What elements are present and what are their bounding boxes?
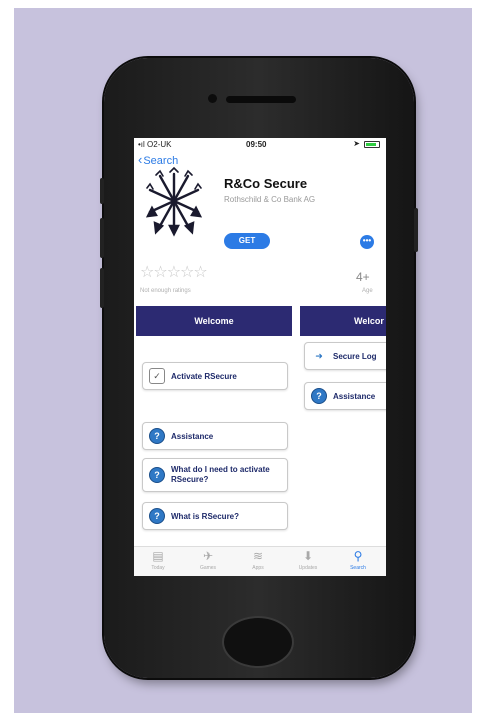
assistance-label-2: Assistance — [333, 391, 376, 401]
front-camera — [208, 94, 217, 103]
volume-down-button — [100, 268, 104, 308]
activate-rsecure-label: Activate RSecure — [171, 371, 237, 381]
welcome-header: Welcome — [136, 306, 292, 336]
what-need-label: What do I need to activate RSecure? — [171, 465, 270, 484]
today-icon: ▤ — [152, 549, 164, 563]
rating-stars: ☆☆☆☆☆ — [140, 264, 208, 281]
mute-switch — [100, 178, 104, 204]
assistance-label: Assistance — [171, 431, 214, 441]
secure-login-label: Secure Log — [333, 351, 377, 361]
secure-login-card: ➜ Secure Log — [304, 342, 386, 370]
status-bar: •ıl O2-UK 09:50 ➤ — [134, 138, 386, 150]
login-icon: ➜ — [311, 348, 327, 364]
app-screenshot-1[interactable]: Welcome ✓ Activate RSecure ? Assistance … — [136, 306, 292, 530]
app-screenshot-2[interactable]: Welcor ➜ Secure Log ? Assistance — [300, 306, 386, 516]
what-is-card: ? What is RSecure? — [142, 502, 288, 530]
home-button[interactable] — [222, 616, 294, 668]
power-button — [414, 208, 418, 252]
tab-apps[interactable]: ≋ Apps — [238, 549, 278, 571]
rocket-icon: ✈ — [202, 549, 214, 563]
tab-bar: ▤ Today ✈ Games ≋ Apps ⬇ Updates ⚲ Searc… — [134, 546, 386, 576]
chevron-left-icon: ‹ — [138, 152, 143, 167]
rating-note: Not enough ratings — [140, 288, 191, 294]
earpiece-speaker — [226, 96, 296, 103]
app-logo-icon — [145, 166, 203, 238]
welcome-header-2: Welcor — [300, 306, 386, 336]
help-icon: ? — [149, 428, 165, 444]
app-developer[interactable]: Rothschild & Co Bank AG — [224, 195, 315, 204]
more-options-button[interactable]: ••• — [360, 235, 374, 249]
help-icon: ? — [149, 467, 165, 483]
layers-icon: ≋ — [252, 549, 264, 563]
tab-games[interactable]: ✈ Games — [188, 549, 228, 571]
battery-icon — [364, 141, 380, 148]
download-icon: ⬇ — [302, 549, 314, 563]
help-icon: ? — [311, 388, 327, 404]
tab-updates[interactable]: ⬇ Updates — [288, 549, 328, 571]
app-name: R&Co Secure — [224, 176, 308, 191]
age-label: Age — [362, 288, 373, 294]
carrier-label: •ıl O2-UK — [138, 140, 172, 149]
activate-rsecure-card: ✓ Activate RSecure — [142, 362, 288, 390]
volume-up-button — [100, 218, 104, 258]
back-button[interactable]: ‹Search — [138, 152, 178, 167]
clock: 09:50 — [246, 140, 267, 149]
assistance-card: ? Assistance — [142, 422, 288, 450]
tab-today[interactable]: ▤ Today — [138, 549, 178, 571]
age-rating: 4+ — [356, 270, 370, 284]
what-is-label: What is RSecure? — [171, 511, 240, 521]
tab-search[interactable]: ⚲ Search — [338, 549, 378, 571]
phone-screen: •ıl O2-UK 09:50 ➤ ‹Search R&Co Secure Ro… — [134, 138, 386, 576]
fingerprint-icon: ✓ — [149, 368, 165, 384]
help-icon: ? — [149, 508, 165, 524]
assistance-card-2: ? Assistance — [304, 382, 386, 410]
location-icon: ➤ — [353, 139, 360, 148]
get-button[interactable]: GET — [224, 233, 270, 249]
search-icon: ⚲ — [353, 549, 363, 563]
iphone-device: •ıl O2-UK 09:50 ➤ ‹Search R&Co Secure Ro… — [100, 58, 418, 678]
what-need-card: ? What do I need to activate RSecure? — [142, 458, 288, 492]
